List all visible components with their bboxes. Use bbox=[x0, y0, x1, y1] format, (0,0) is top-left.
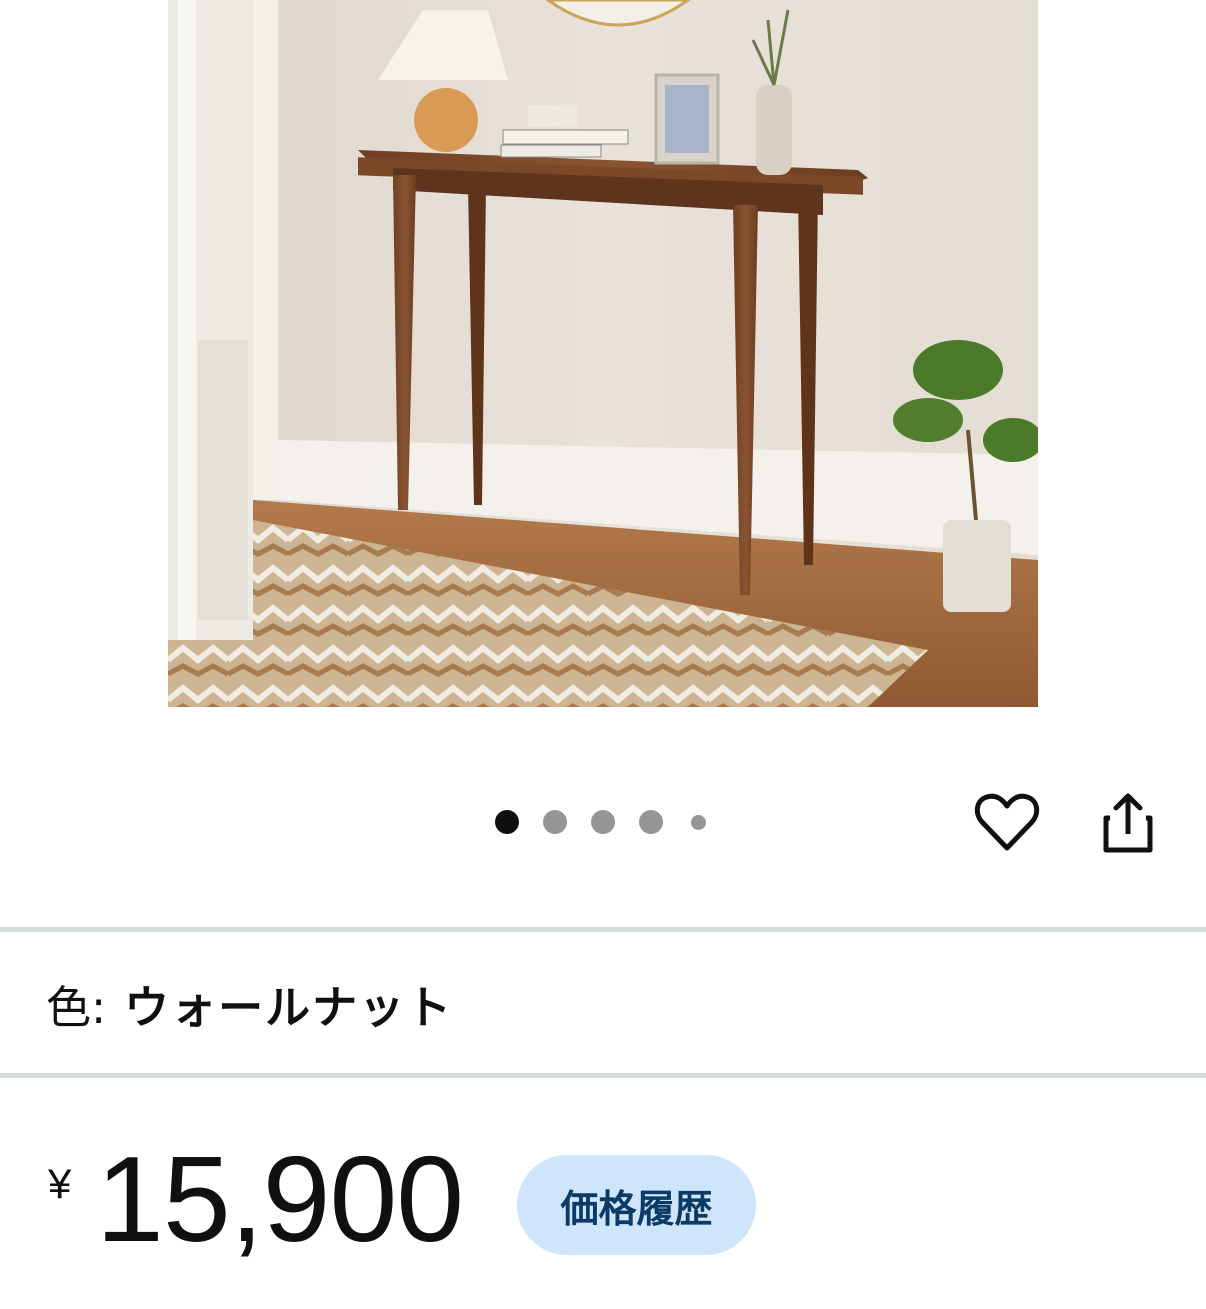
carousel-dot-5[interactable] bbox=[691, 814, 706, 830]
currency-symbol: ¥ bbox=[48, 1160, 72, 1207]
color-value: ウォールナット bbox=[124, 980, 454, 1034]
share-icon bbox=[1103, 793, 1153, 853]
color-variation-row[interactable]: 色: ウォールナット bbox=[0, 933, 1206, 1073]
heart-icon bbox=[974, 793, 1040, 851]
price-section: ¥ 15,900 価格履歴 bbox=[0, 1080, 1206, 1309]
carousel-dot-1[interactable] bbox=[495, 810, 519, 834]
image-carousel-controls bbox=[0, 760, 1206, 880]
share-button[interactable] bbox=[1093, 788, 1163, 858]
color-label: 色: bbox=[46, 980, 107, 1034]
divider bbox=[0, 927, 1206, 932]
price-value: 15,900 bbox=[96, 1131, 464, 1267]
carousel-dot-2[interactable] bbox=[543, 810, 567, 834]
price-history-button[interactable]: 価格履歴 bbox=[517, 1155, 756, 1255]
carousel-dot-4[interactable] bbox=[639, 810, 663, 834]
carousel-dot-3[interactable] bbox=[591, 810, 615, 834]
divider bbox=[0, 1073, 1206, 1078]
product-detail-page: 色: ウォールナット ¥ 15,900 価格履歴 bbox=[0, 0, 1206, 1309]
wishlist-button[interactable] bbox=[972, 788, 1042, 858]
product-image[interactable] bbox=[168, 0, 1038, 707]
